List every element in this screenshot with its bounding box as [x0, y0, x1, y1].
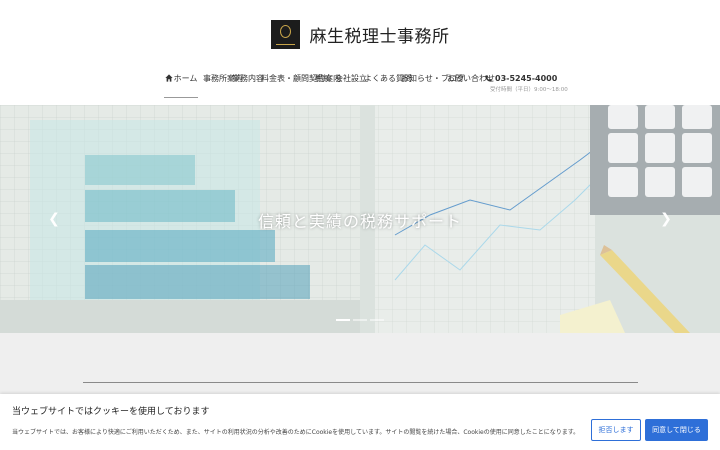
cookie-title: 当ウェブサイトではクッキーを使用しております [12, 407, 210, 417]
phone-number: 03-5245-4000 [495, 74, 558, 83]
logo-emblem [279, 25, 291, 38]
phone-icon [485, 75, 492, 82]
slider-next-button[interactable]: ❯ [656, 209, 676, 229]
main-nav: ホーム 事務所案内 業務内容 料金表・顧問契約案内 相続 会社設立 よくある質問… [0, 72, 720, 98]
logo-rule [275, 44, 295, 45]
slider-dot[interactable] [353, 319, 367, 321]
home-icon [165, 74, 173, 82]
firm-logo[interactable] [270, 20, 300, 49]
site-header: 麻生税理士事務所 [0, 20, 720, 49]
nav-item-incorporation[interactable]: 会社設立 [335, 72, 367, 98]
cookie-banner: 当ウェブサイトではクッキーを使用しております 当ウェブサイトでは、お客様により快… [0, 394, 720, 450]
cookie-text: 当ウェブサイトでは、お客様により快適にご利用いただくため、また、サイトの利用状況… [12, 429, 577, 436]
cookie-accept-button[interactable]: 同意して閉じる [645, 419, 708, 441]
hero-slider[interactable]: 信頼と実績の税務サポート ❮ ❯ [0, 105, 720, 333]
nav-item-inheritance[interactable]: 相続 [315, 72, 331, 98]
hero-caption: 信頼と実績の税務サポート [257, 212, 462, 231]
chevron-left-icon: ❮ [48, 211, 60, 227]
slider-indicators [0, 319, 720, 321]
firm-name[interactable]: 麻生税理士事務所 [310, 22, 450, 47]
slider-dot[interactable] [370, 319, 384, 321]
business-hours: 受付時間（平日）9:00～18:00 [490, 87, 568, 93]
nav-item-services[interactable]: 業務内容 [232, 72, 264, 98]
nav-item-home[interactable]: ホーム [164, 72, 198, 98]
nav-item-label: ホーム [173, 74, 198, 83]
phone-contact[interactable]: 03-5245-4000 受付時間（平日）9:00～18:00 [485, 72, 568, 93]
chevron-right-icon: ❯ [660, 211, 672, 227]
phone-line: 03-5245-4000 [485, 72, 568, 85]
slider-dot[interactable] [336, 319, 350, 321]
cookie-reject-button[interactable]: 拒否します [591, 419, 641, 441]
section-divider [83, 382, 638, 383]
slider-prev-button[interactable]: ❮ [44, 209, 64, 229]
